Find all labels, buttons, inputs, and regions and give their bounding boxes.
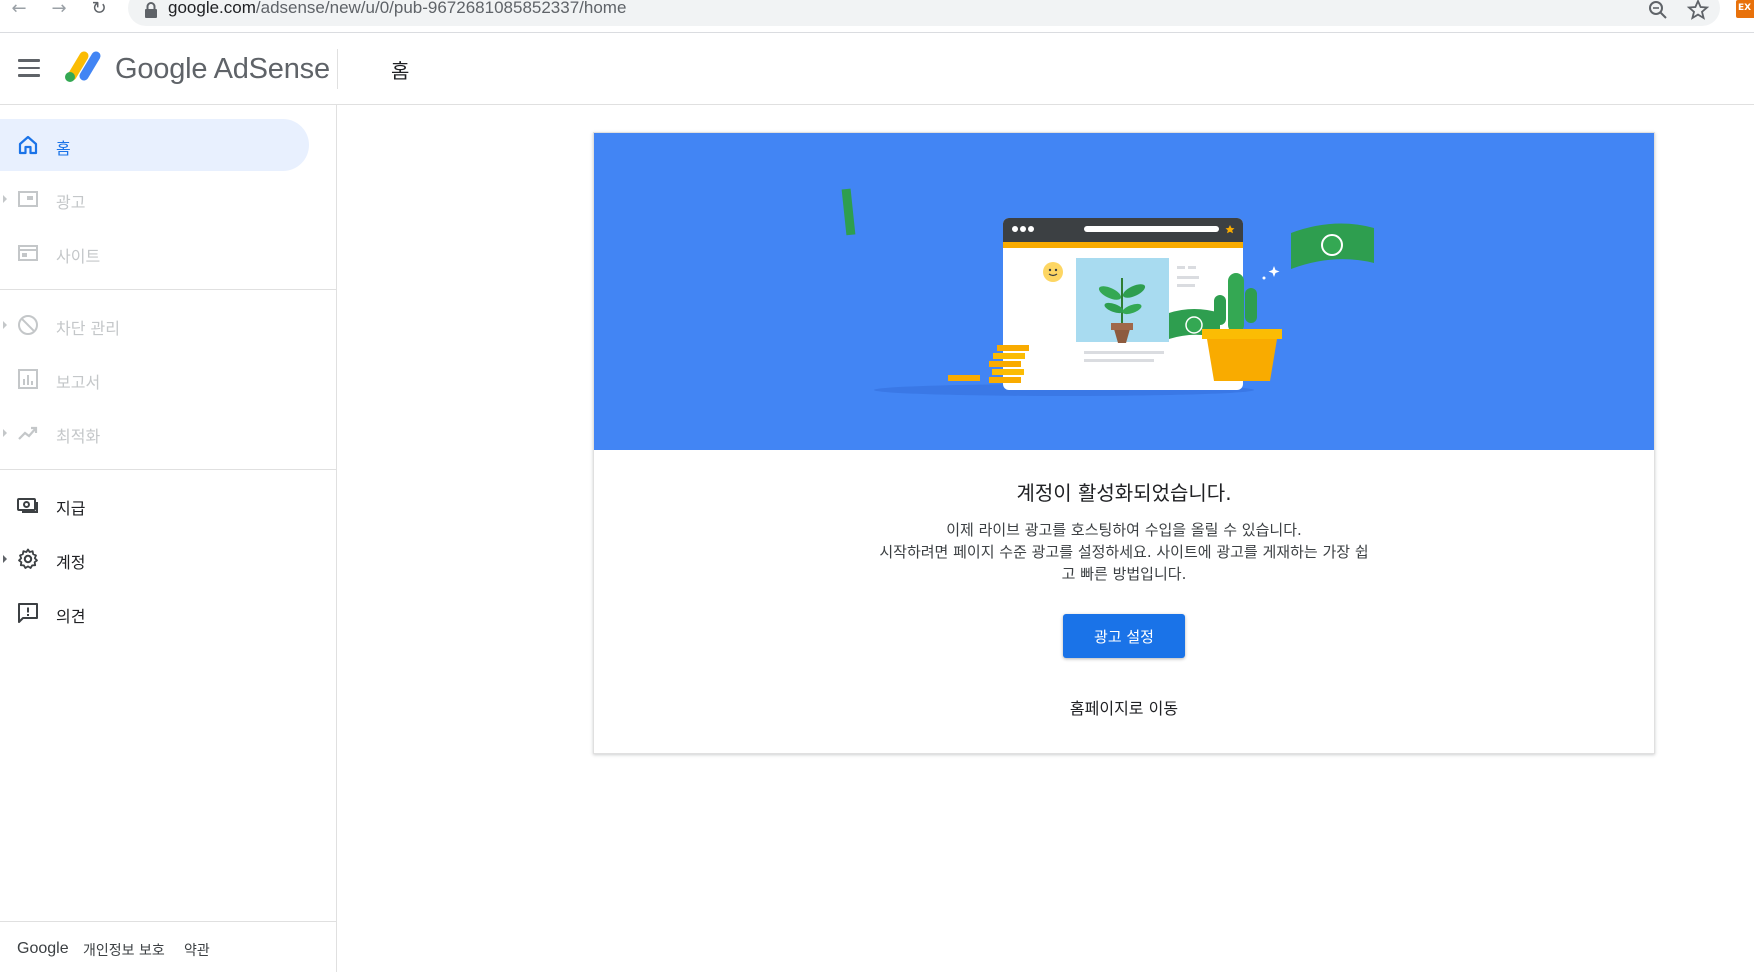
expand-caret-icon [3, 555, 7, 563]
sidebar-item-feedback[interactable]: 의견 [0, 587, 309, 639]
sidebar-item-label: 계정 [56, 553, 86, 572]
sidebar-divider [0, 469, 336, 470]
feedback-icon [18, 603, 38, 623]
sidebar-item-label: 차단 관리 [56, 319, 120, 338]
sidebar-item-label: 지급 [56, 499, 86, 518]
sidebar-item-label: 사이트 [56, 247, 101, 266]
block-icon [18, 315, 38, 335]
expand-caret-icon [3, 429, 7, 437]
activation-description: 이제 라이브 광고를 호스팅하여 수입을 올릴 수 있습니다. 시작하려면 페이… [824, 519, 1424, 585]
money-growing-illustration [841, 188, 1374, 396]
header-divider [337, 49, 338, 89]
home-icon [18, 135, 38, 155]
url-host: google.com [168, 0, 256, 17]
sidebar-item-reports[interactable]: 보고서 [0, 353, 309, 405]
sidebar-item-sites[interactable]: 사이트 [0, 227, 309, 279]
sidebar-item-label: 보고서 [56, 373, 101, 392]
sidebar-divider [0, 289, 336, 290]
description-line: 시작하려면 페이지 수준 광고를 설정하세요. 사이트에 광고를 게재하는 가장… [879, 543, 1369, 561]
sidebar-item-home[interactable]: 홈 [0, 119, 309, 171]
sidebar-item-label: 의견 [56, 607, 86, 626]
privacy-link[interactable]: 개인정보 보호 [83, 940, 165, 960]
ad-frame-icon [18, 191, 38, 207]
forward-arrow-icon[interactable]: → [46, 0, 72, 20]
account-activated-card: 계정이 활성화되었습니다. 이제 라이브 광고를 호스팅하여 수입을 올릴 수 … [593, 132, 1655, 754]
sidebar-item-payments[interactable]: 지급 [0, 479, 309, 531]
sidebar-item-blocking[interactable]: 차단 관리 [0, 299, 309, 351]
expand-caret-icon [3, 321, 7, 329]
footer-google-logo: Google [17, 940, 69, 957]
sidebar-item-account[interactable]: 계정 [0, 533, 309, 585]
activation-heading: 계정이 활성화되었습니다. [1016, 481, 1232, 505]
terms-link[interactable]: 약관 [184, 940, 210, 960]
hero-banner [594, 133, 1654, 450]
star-bookmark-icon[interactable] [1686, 0, 1710, 22]
sidebar-item-label: 홈 [56, 139, 71, 158]
zoom-icon[interactable] [1646, 0, 1670, 22]
sidebar-footer: Google 개인정보 보호 약관 [0, 921, 336, 972]
url-text: google.com/adsense/new/u/0/pub-967268108… [168, 0, 626, 18]
page-title: 홈 [391, 59, 410, 83]
adsense-logo-icon [65, 51, 101, 82]
trending-up-icon [18, 426, 38, 440]
browser-toolbar: ← → ↻ google.com/adsense/new/u/0/pub-967… [0, 0, 1754, 33]
app-header: Google AdSense 홈 [0, 33, 1754, 105]
sidebar-item-ads[interactable]: 광고 [0, 173, 309, 225]
go-to-homepage-link-text[interactable]: 홈페이지로 이동 [1070, 699, 1178, 718]
sidebar-item-label: 최적화 [56, 427, 101, 446]
reload-icon[interactable]: ↻ [86, 0, 112, 20]
product-name: Google AdSense [115, 53, 330, 85]
back-arrow-icon[interactable]: ← [6, 0, 32, 20]
payments-icon [17, 498, 38, 513]
sidebar-item-optimization[interactable]: 최적화 [0, 407, 309, 459]
gear-icon [18, 548, 38, 569]
bar-chart-icon [18, 369, 38, 389]
extension-badge[interactable]: EX [1736, 0, 1754, 18]
description-line: 고 빠른 방법입니다. [1061, 565, 1187, 583]
sidebar-item-label: 광고 [56, 193, 86, 212]
sidebar-nav: 홈 광고 사이트 차단 관리 보고서 최적화 지급 계정 의견 Google 개… [0, 105, 337, 972]
hamburger-menu-icon[interactable] [18, 59, 40, 77]
address-bar[interactable]: google.com/adsense/new/u/0/pub-967268108… [128, 0, 1720, 26]
go-to-homepage-link: 홈페이지로 이동 [594, 695, 1654, 719]
site-layout-icon [18, 245, 38, 261]
ad-setup-button[interactable]: 광고 설정 [1063, 614, 1185, 658]
lock-icon [145, 2, 157, 18]
expand-caret-icon [3, 195, 7, 203]
url-path: /adsense/new/u/0/pub-9672681085852337/ho… [255, 0, 627, 17]
description-line: 이제 라이브 광고를 호스팅하여 수입을 올릴 수 있습니다. [946, 521, 1302, 539]
